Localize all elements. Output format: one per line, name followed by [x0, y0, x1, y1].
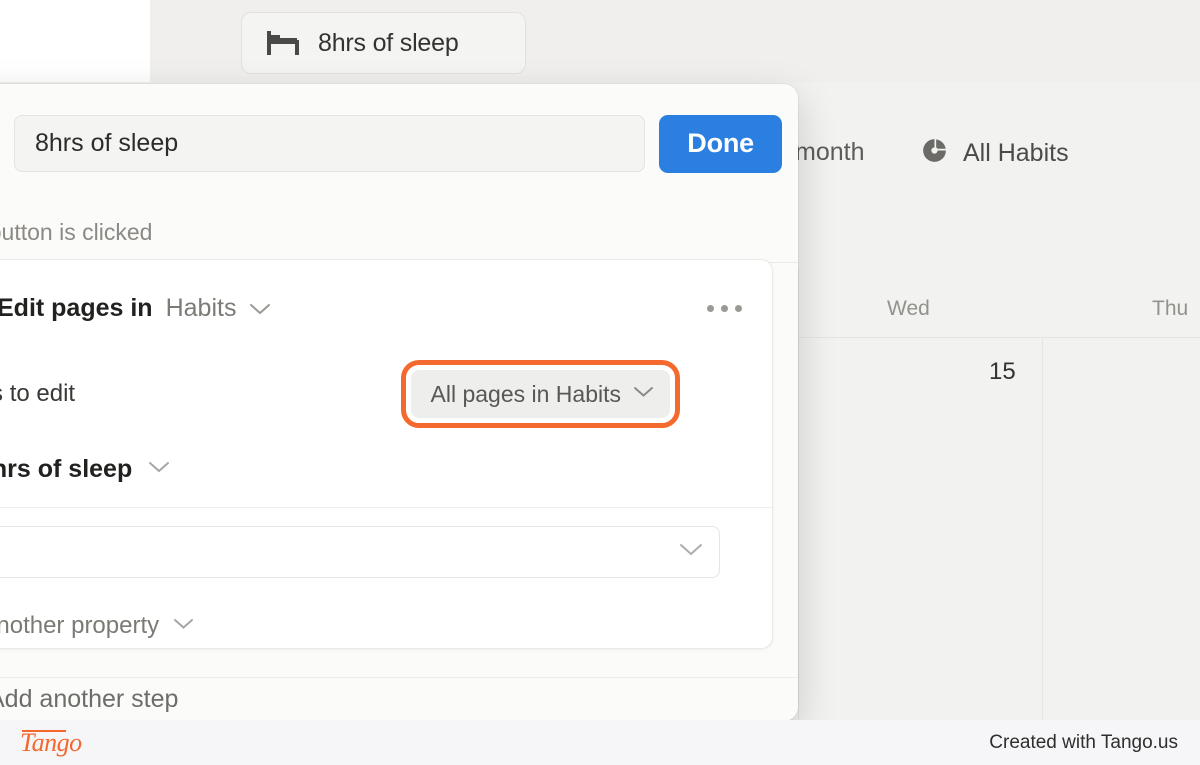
pages-to-edit-select[interactable]: All pages in Habits	[400, 360, 680, 428]
dialog-title-input[interactable]	[14, 115, 646, 172]
automation-step-card: Edit pages in Habits Pages to edit All p…	[0, 259, 773, 649]
calendar-grid: Wed Thu 15	[780, 270, 1200, 765]
habit-chip-label: 8hrs of sleep	[318, 28, 459, 57]
step-header: Edit pages in Habits	[0, 260, 772, 356]
pages-to-edit-label: Pages to edit	[0, 380, 76, 407]
dialog-header: Done	[0, 84, 798, 203]
calendar-day-header-thu: Thu	[1152, 297, 1189, 320]
toolbar-all-habits[interactable]: All Habits	[920, 136, 1069, 170]
edit-another-property-label: Edit another property	[0, 612, 160, 639]
chevron-down-icon	[633, 385, 654, 403]
toolbar-month-label[interactable]: month	[795, 138, 864, 167]
tango-logo: Tango	[20, 727, 82, 757]
property-row[interactable]: 8hrs of sleep	[0, 432, 772, 508]
tango-credit-text: Created with Tango.us	[989, 731, 1178, 753]
chevron-down-icon	[173, 617, 194, 635]
calendar-header-row	[780, 270, 1200, 338]
step-title[interactable]: Edit pages in Habits	[0, 294, 271, 323]
add-another-step-row[interactable]: Add another step	[0, 677, 798, 721]
property-name-label: 8hrs of sleep	[0, 455, 133, 483]
step-action-label: Edit pages in	[0, 293, 153, 322]
property-value-select[interactable]	[0, 526, 720, 578]
pie-chart-icon	[920, 136, 949, 170]
automation-dialog: Done hen button is clicked	[0, 84, 798, 721]
done-button[interactable]: Done	[659, 114, 782, 173]
trigger-subtitle-text: hen button is clicked	[0, 219, 153, 245]
chevron-down-icon[interactable]	[249, 303, 271, 321]
pages-to-edit-row: Pages to edit All pages in Habits	[0, 356, 772, 432]
app-top-bar	[0, 0, 1200, 82]
bed-icon	[266, 30, 300, 56]
calendar-column-divider	[1042, 338, 1043, 765]
toolbar-all-habits-label: All Habits	[963, 138, 1069, 167]
step-database-label: Habits	[165, 293, 237, 322]
calendar-date-number[interactable]: 15	[989, 358, 1016, 386]
chevron-down-icon[interactable]	[148, 461, 170, 479]
dialog-trigger-subtitle: hen button is clicked	[0, 203, 798, 263]
chevron-down-icon	[679, 543, 703, 562]
habit-chip-button[interactable]: 8hrs of sleep	[241, 12, 526, 74]
calendar-day-header-wed: Wed	[887, 297, 930, 320]
calendar-column-divider	[798, 270, 799, 725]
tango-footer-bar: Tango Created with Tango.us	[0, 720, 1200, 765]
edit-another-property-row[interactable]: Edit another property	[0, 596, 772, 648]
app-top-bar-white-block	[0, 0, 150, 82]
add-another-step-label: Add another step	[0, 685, 179, 713]
ellipsis-icon[interactable]	[707, 304, 742, 312]
pages-to-edit-value: All pages in Habits	[430, 380, 622, 407]
property-value-row	[0, 508, 772, 596]
screenshot-root: 8hrs of sleep month All Habits Wed Thu 1…	[0, 0, 1200, 765]
